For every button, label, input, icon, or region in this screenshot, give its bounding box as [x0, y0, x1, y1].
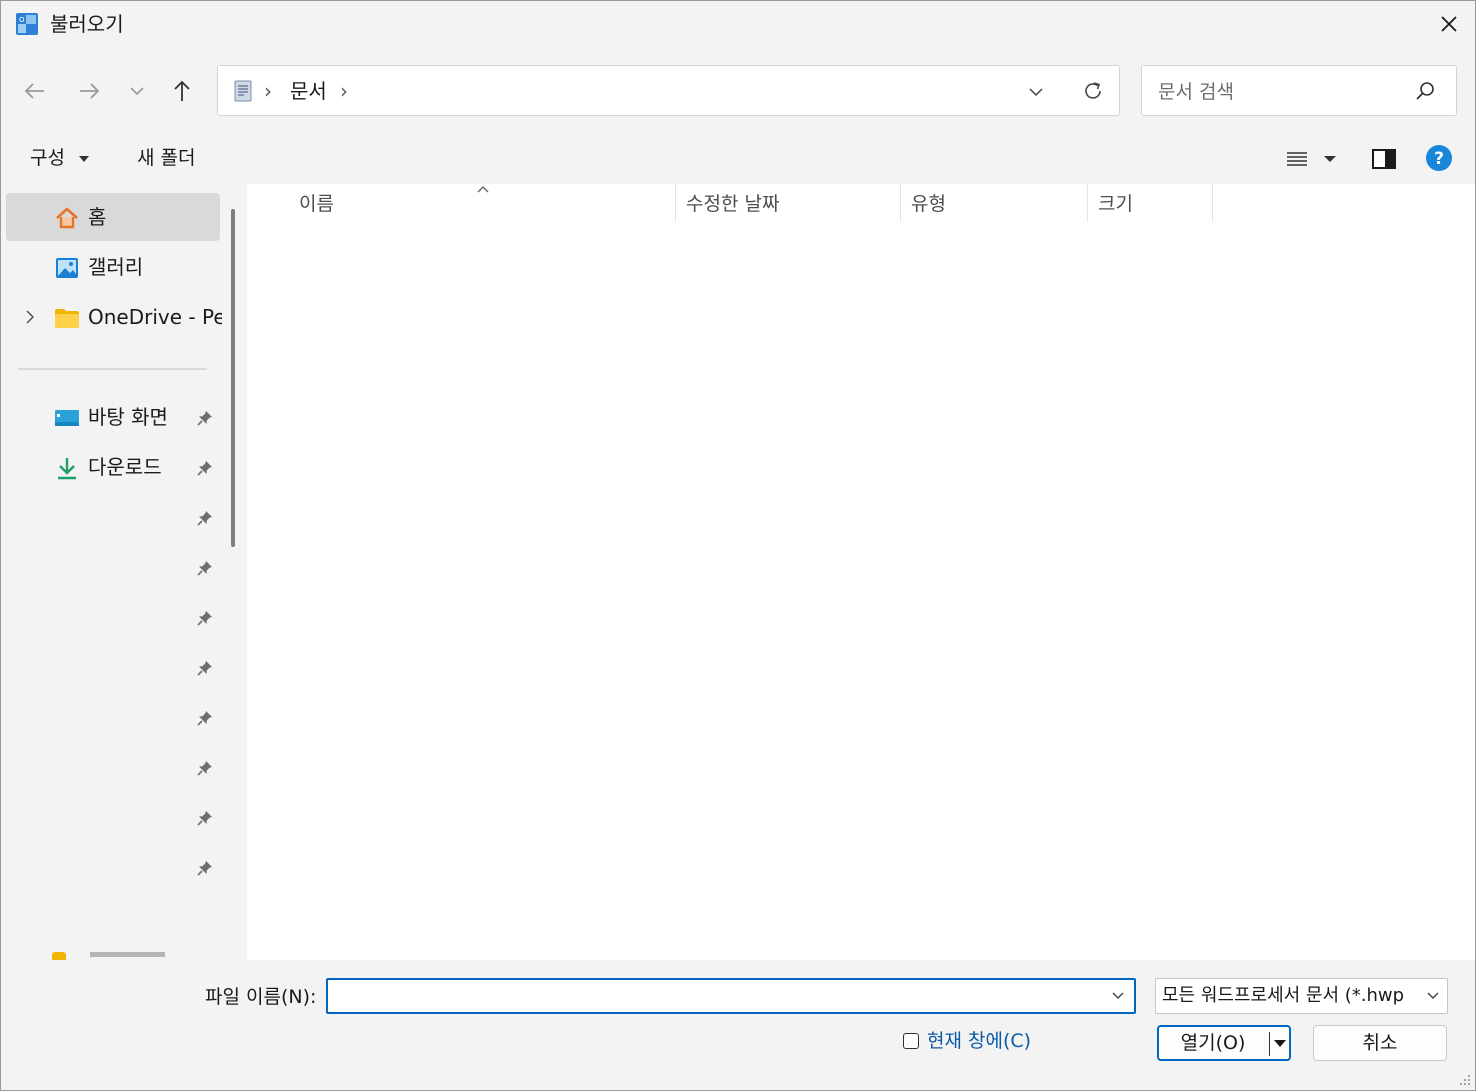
- sidebar-item-partially-visible: [90, 952, 165, 957]
- documents-icon: [234, 80, 252, 102]
- desktop-icon: [55, 410, 79, 426]
- pin-icon[interactable]: [196, 559, 214, 577]
- breadcrumb-separator[interactable]: ›: [340, 79, 348, 103]
- sidebar-divider: [18, 368, 207, 370]
- refresh-icon[interactable]: [1080, 78, 1106, 104]
- sidebar-item-home[interactable]: 홈: [6, 193, 220, 241]
- address-bar[interactable]: › 문서 ›: [217, 65, 1120, 116]
- pin-icon[interactable]: [196, 509, 214, 527]
- column-divider[interactable]: [675, 184, 676, 222]
- view-list-icon[interactable]: [1284, 146, 1310, 172]
- sort-ascending-icon: [477, 186, 489, 193]
- title-bar: O 불러오기: [1, 1, 1475, 47]
- open-button-label: 열기(O): [1180, 1032, 1246, 1054]
- file-type-filter[interactable]: 모든 워드프로세서 문서 (*.hwp: [1155, 978, 1448, 1014]
- current-window-checkbox[interactable]: [903, 1033, 919, 1049]
- current-window-label[interactable]: 현재 창에(C): [927, 1028, 1031, 1054]
- cancel-button[interactable]: 취소: [1313, 1025, 1447, 1061]
- sidebar-item-label: OneDrive - Pers: [88, 305, 222, 329]
- window-title: 불러오기: [50, 12, 124, 36]
- address-dropdown-chevron-icon[interactable]: [1024, 80, 1048, 104]
- column-divider[interactable]: [900, 184, 901, 222]
- open-dialog: O 불러오기 › 문서 › 문서 검색 구성 새 폴더 ? 홈 갤러리 OneD…: [0, 0, 1476, 1091]
- navigation-pane: 홈 갤러리 OneDrive - Pers: [2, 184, 222, 960]
- chevron-down-icon[interactable]: [1425, 989, 1441, 1003]
- organize-menu[interactable]: 구성: [30, 145, 91, 171]
- column-header-date-modified[interactable]: 수정한 날짜: [686, 191, 779, 221]
- forward-arrow-icon[interactable]: [71, 73, 107, 109]
- search-icon[interactable]: [1414, 80, 1436, 102]
- open-button[interactable]: 열기(O): [1157, 1025, 1291, 1061]
- pin-icon[interactable]: [196, 709, 214, 727]
- pin-icon[interactable]: [196, 459, 214, 477]
- file-name-combobox[interactable]: [326, 978, 1136, 1014]
- home-icon: [56, 207, 78, 229]
- file-type-filter-value: 모든 워드프로세서 문서 (*.hwp: [1162, 985, 1405, 1006]
- back-arrow-icon[interactable]: [17, 73, 53, 109]
- column-divider[interactable]: [1212, 184, 1213, 222]
- sidebar-item-label: 갤러리: [88, 255, 144, 279]
- hwp-app-icon: O: [16, 13, 38, 35]
- sidebar-item-onedrive[interactable]: OneDrive - Pers: [6, 293, 222, 341]
- pin-icon[interactable]: [196, 809, 214, 827]
- up-arrow-icon[interactable]: [164, 73, 200, 109]
- sidebar-item-label: 홈: [88, 205, 107, 229]
- breadcrumb-separator: ›: [264, 79, 272, 103]
- gallery-icon: [56, 258, 78, 278]
- pin-icon[interactable]: [196, 609, 214, 627]
- file-list[interactable]: 이름 수정한 날짜 유형 크기: [247, 184, 1475, 960]
- search-input[interactable]: [1156, 78, 1400, 106]
- sidebar-item-downloads[interactable]: 다운로드: [6, 443, 220, 491]
- column-header-size[interactable]: 크기: [1098, 191, 1133, 221]
- search-box[interactable]: [1141, 65, 1457, 116]
- folder-icon: [55, 309, 79, 328]
- sidebar-item-label: 다운로드: [88, 455, 162, 479]
- chevron-down-icon[interactable]: [1110, 989, 1126, 1003]
- help-icon[interactable]: ?: [1425, 144, 1453, 172]
- column-header-type[interactable]: 유형: [911, 191, 946, 221]
- svg-text:O: O: [19, 16, 25, 24]
- svg-text:?: ?: [1434, 149, 1444, 169]
- pin-icon[interactable]: [196, 409, 214, 427]
- preview-pane-icon[interactable]: [1370, 145, 1398, 173]
- chevron-right-icon[interactable]: [23, 308, 37, 326]
- file-name-label: 파일 이름(N):: [205, 986, 317, 1008]
- sidebar-scrollbar-thumb[interactable]: [231, 209, 235, 547]
- pin-icon[interactable]: [196, 759, 214, 777]
- recent-locations-chevron-icon[interactable]: [119, 73, 155, 109]
- caret-down-icon: [79, 155, 90, 162]
- close-icon[interactable]: [1429, 4, 1469, 44]
- view-options-caret-icon[interactable]: [1321, 151, 1339, 167]
- sidebar-item-desktop[interactable]: 바탕 화면: [6, 393, 220, 441]
- sidebar-item-gallery[interactable]: 갤러리: [6, 243, 220, 291]
- file-name-field[interactable]: [334, 984, 1098, 1010]
- resize-grip-icon[interactable]: [1457, 1072, 1471, 1086]
- column-divider[interactable]: [1087, 184, 1088, 222]
- new-folder-button[interactable]: 새 폴더: [137, 145, 195, 171]
- sidebar-item-label: 바탕 화면: [88, 405, 168, 429]
- column-header-name[interactable]: 이름: [299, 191, 334, 221]
- split-divider: [1269, 1032, 1270, 1056]
- folder-icon: [52, 952, 66, 960]
- pin-icon[interactable]: [196, 859, 214, 877]
- organize-label: 구성: [30, 147, 65, 169]
- breadcrumb-documents[interactable]: 문서: [290, 78, 327, 104]
- pin-icon[interactable]: [196, 659, 214, 677]
- download-icon: [58, 458, 76, 480]
- open-options-caret-icon[interactable]: [1273, 1039, 1287, 1049]
